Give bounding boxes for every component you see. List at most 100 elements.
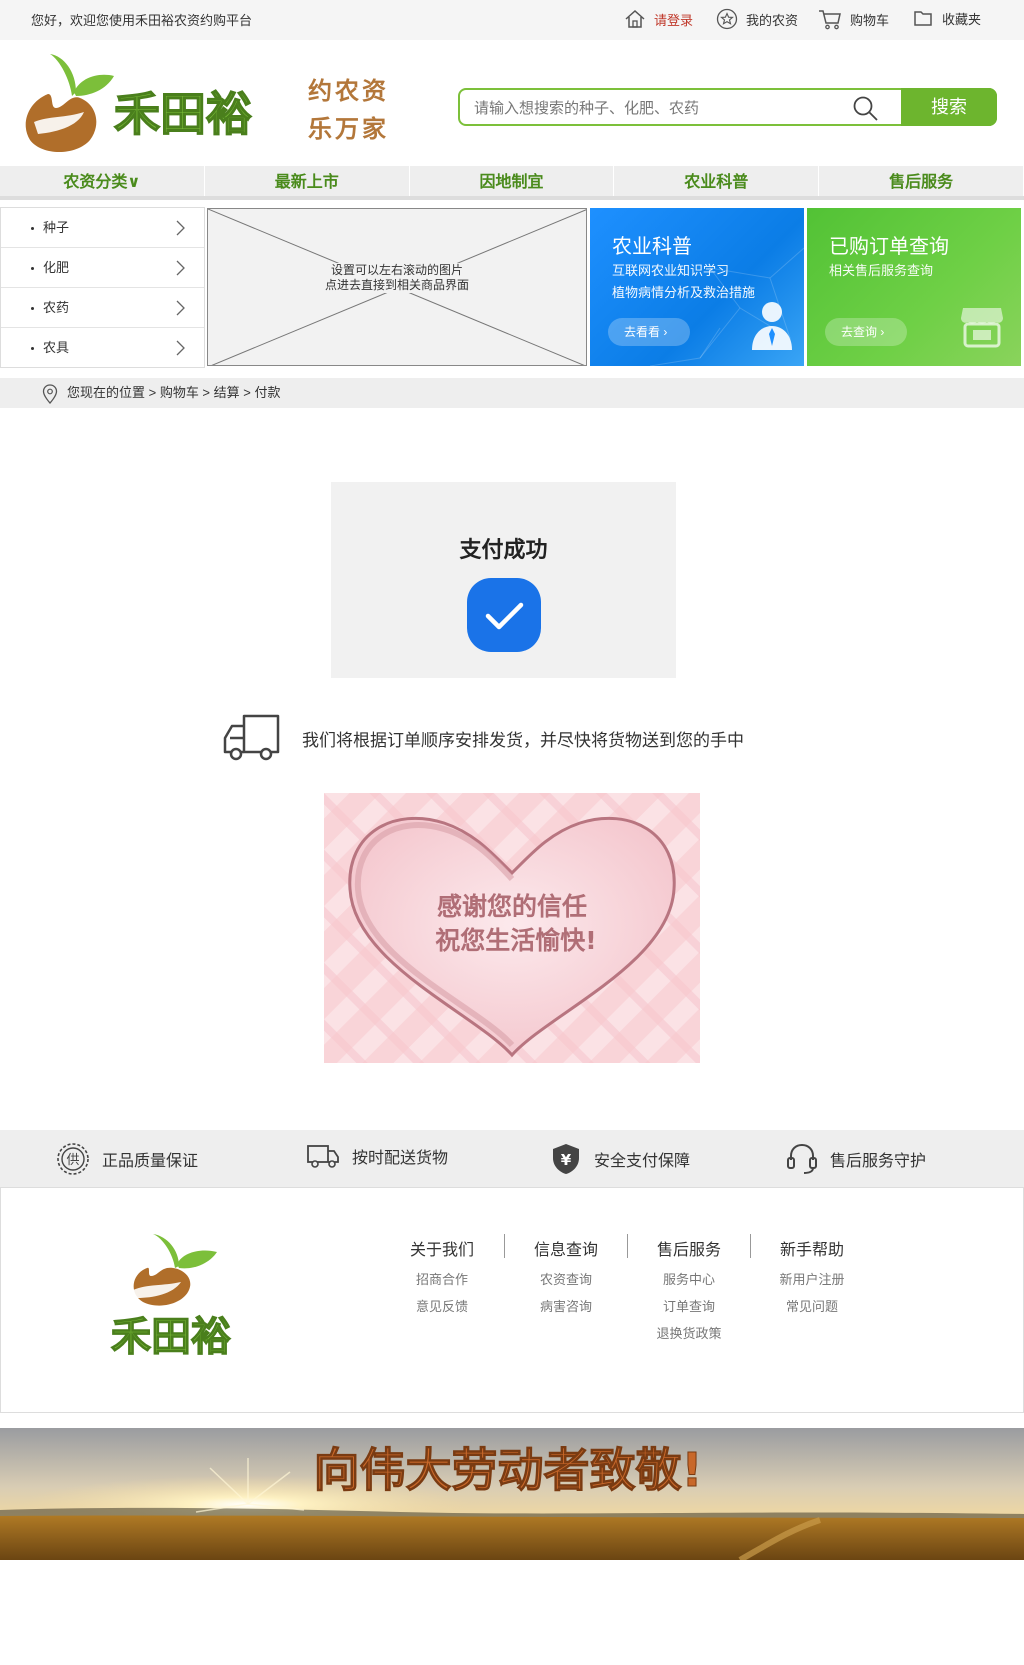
folder-icon — [914, 11, 932, 26]
nav-item-categories[interactable]: 农资分类∨ — [0, 166, 205, 196]
promo-line-1: 相关售后服务查询 — [829, 263, 934, 278]
category-label: 农药 — [43, 300, 70, 315]
guarantee-label: 售后服务守护 — [830, 1153, 927, 1170]
footer: 禾田裕 关于我们 招商合作 意见反馈 信息查询 农资查询 病害咨询 售后服务 服… — [0, 1188, 1024, 1413]
checkmark-icon — [467, 578, 541, 652]
top-bar: 您好，欢迎您使用禾田裕农资约购平台 请登录 我的农资 购物车 收藏夹 — [0, 0, 1024, 40]
chevron-right-icon — [176, 340, 185, 356]
star-circle-icon — [716, 8, 738, 30]
guarantee-label: 按时配送货物 — [352, 1150, 449, 1167]
promo-line-1: 互联网农业知识学习 — [612, 263, 730, 278]
banner-slogan: 向伟大劳动者致敬! — [314, 1443, 703, 1497]
category-item-pesticide[interactable]: 农药 — [1, 288, 204, 328]
favorites-label: 收藏夹 — [942, 11, 982, 27]
favorites-link[interactable]: 收藏夹 — [912, 8, 981, 28]
category-item-tools[interactable]: 农具 — [1, 328, 204, 368]
thank-you-image: 感谢您的信任 祝您生活愉快! — [324, 793, 700, 1063]
go-see-button[interactable]: 去看看 › — [608, 318, 690, 346]
footer-link[interactable]: 农资查询 — [506, 1266, 626, 1293]
footer-divider — [504, 1234, 505, 1258]
guarantee-service: 售后服务守护 — [786, 1142, 926, 1176]
main-nav: 农资分类∨ 最新上市 因地制宜 农业科普 售后服务 — [0, 166, 1024, 200]
image-carousel-placeholder[interactable]: 设置可以左右滚动的图片 点进去直接到相关商品界面 — [207, 208, 587, 366]
payment-success-panel: 支付成功 — [331, 482, 676, 678]
cart-link[interactable]: 购物车 — [818, 8, 889, 30]
search-icon[interactable] — [852, 95, 880, 123]
my-farm-label: 我的农资 — [746, 12, 799, 28]
footer-logo[interactable]: 禾田裕 — [107, 1218, 267, 1368]
promo-title: 农业科普 — [612, 236, 692, 258]
placeholder-line-1: 设置可以左右滚动的图片 — [330, 263, 463, 278]
footer-col-service: 售后服务 服务中心 订单查询 退换货政策 — [629, 1236, 749, 1347]
category-label: 农具 — [43, 340, 70, 355]
guarantee-delivery: 按时配送货物 — [306, 1142, 448, 1170]
promo-title: 已购订单查询 — [829, 236, 949, 258]
category-label: 种子 — [43, 220, 70, 235]
quality-seal-icon: 供 — [57, 1143, 89, 1175]
slogan-line-1: 约农资 — [308, 76, 389, 105]
promo-agri-science[interactable]: 农业科普 互联网农业知识学习 植物病情分析及救治措施 去看看 › — [590, 208, 804, 366]
chevron-right-icon — [176, 220, 185, 236]
bullet — [31, 227, 34, 230]
footer-link[interactable]: 服务中心 — [629, 1266, 749, 1293]
footer-heading: 售后服务 — [656, 1242, 721, 1259]
footer-link[interactable]: 退换货政策 — [629, 1320, 749, 1347]
category-list: 种子 化肥 农药 农具 — [0, 207, 205, 368]
chevron-right-icon — [176, 260, 185, 276]
login-link[interactable]: 请登录 — [624, 8, 693, 30]
search-button[interactable]: 搜索 — [901, 88, 997, 126]
category-item-seeds[interactable]: 种子 — [1, 208, 204, 248]
delivery-truck-icon — [223, 714, 280, 761]
footer-col-info: 信息查询 农资查询 病害咨询 — [506, 1236, 626, 1320]
footer-link[interactable]: 订单查询 — [629, 1293, 749, 1320]
search-box: 搜索 — [458, 88, 997, 126]
footer-link[interactable]: 意见反馈 — [382, 1293, 502, 1320]
bullet — [31, 307, 34, 310]
nav-item-after-sales[interactable]: 售后服务 — [819, 166, 1024, 196]
footer-heading: 新手帮助 — [779, 1242, 844, 1259]
thanks-line-1: 感谢您的信任 — [437, 892, 587, 921]
headset-icon — [787, 1143, 817, 1174]
footer-divider — [750, 1234, 751, 1258]
footer-link[interactable]: 常见问题 — [752, 1293, 872, 1320]
footer-col-help: 新手帮助 新用户注册 常见问题 — [752, 1236, 872, 1320]
guarantee-label: 安全支付保障 — [594, 1153, 691, 1170]
go-query-button[interactable]: 去查询 › — [825, 318, 907, 346]
footer-link[interactable]: 病害咨询 — [506, 1293, 626, 1320]
guarantee-payment: ¥ 安全支付保障 — [550, 1142, 690, 1176]
brand-logo[interactable]: 禾田裕 — [14, 50, 264, 162]
nav-item-science[interactable]: 农业科普 — [614, 166, 820, 196]
nav-item-new-arrivals[interactable]: 最新上市 — [205, 166, 410, 196]
placeholder-text: 设置可以左右滚动的图片 点进去直接到相关商品界面 — [208, 263, 586, 293]
promo-line-2: 植物病情分析及救治措施 — [612, 285, 756, 300]
guarantee-label: 正品质量保证 — [102, 1153, 199, 1170]
shield-yuan-icon: ¥ — [553, 1144, 579, 1174]
bullet — [31, 347, 34, 350]
bullet — [31, 267, 34, 270]
thanks-line-2: 祝您生活愉快! — [435, 926, 596, 955]
footer-heading: 关于我们 — [409, 1242, 474, 1259]
footer-heading: 信息查询 — [533, 1242, 598, 1259]
login-label: 请登录 — [654, 12, 694, 28]
slogan: 约农资 乐万家 — [308, 72, 389, 148]
my-farm-link[interactable]: 我的农资 — [716, 8, 798, 30]
promo-order-query[interactable]: 已购订单查询 相关售后服务查询 去查询 › — [807, 208, 1021, 366]
footer-col-about: 关于我们 招商合作 意见反馈 — [382, 1236, 502, 1320]
footer-logo-text: 禾田裕 — [111, 1315, 231, 1359]
breadcrumb: 您现在的位置 > 购物车 > 结算 > 付款 — [0, 378, 1024, 408]
location-pin-icon — [42, 384, 58, 404]
logo-text: 禾田裕 — [114, 88, 252, 140]
guarantee-quality: 供 正品质量保证 — [56, 1142, 198, 1176]
category-item-fertilizer[interactable]: 化肥 — [1, 248, 204, 288]
labor-day-banner[interactable]: 向伟大劳动者致敬! — [0, 1428, 1024, 1560]
shipping-message: 我们将根据订单顺序安排发货，并尽快将货物送到您的手中 — [302, 731, 744, 750]
footer-link[interactable]: 新用户注册 — [752, 1266, 872, 1293]
footer-link[interactable]: 招商合作 — [382, 1266, 502, 1293]
breadcrumb-text: 您现在的位置 > 购物车 > 结算 > 付款 — [67, 385, 281, 400]
nav-item-local[interactable]: 因地制宜 — [410, 166, 615, 196]
placeholder-line-2: 点进去直接到相关商品界面 — [324, 278, 469, 293]
person-icon — [752, 302, 792, 350]
shop-icon — [961, 308, 1003, 348]
payment-success-title: 支付成功 — [459, 537, 548, 562]
search-input[interactable] — [474, 96, 814, 120]
